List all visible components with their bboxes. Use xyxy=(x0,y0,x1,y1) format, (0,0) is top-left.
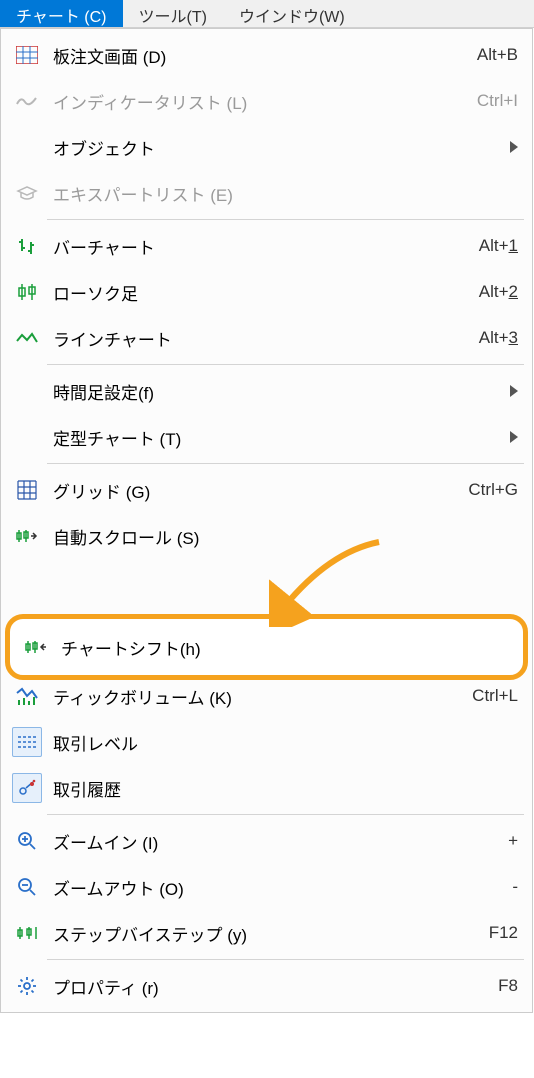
menu-label: プロパティ (r) xyxy=(45,974,498,999)
menu-separator xyxy=(47,814,524,815)
zoom-out-icon xyxy=(9,877,45,897)
menu-shortcut: Ctrl+I xyxy=(477,91,518,111)
menu-separator xyxy=(47,959,524,960)
menu-trade-levels[interactable]: 取引レベル xyxy=(1,719,532,765)
menu-shortcut: - xyxy=(512,877,518,897)
menu-label: ラインチャート xyxy=(45,326,479,351)
expert-list-icon xyxy=(9,185,45,201)
menu-label: 取引履歴 xyxy=(45,776,518,801)
menu-shortcut: Alt+2 xyxy=(479,282,518,302)
candlestick-icon xyxy=(9,282,45,302)
submenu-arrow-icon xyxy=(510,385,518,397)
menubar-chart[interactable]: チャート (C) xyxy=(0,0,123,27)
menu-label: エキスパートリスト (E) xyxy=(45,181,518,206)
menu-label: 時間足設定(f) xyxy=(45,379,510,404)
submenu-arrow-icon xyxy=(510,141,518,153)
menu-trade-history[interactable]: 取引履歴 xyxy=(1,765,532,811)
menu-step-by-step[interactable]: ステップバイステップ (y) F12 xyxy=(1,910,532,956)
menu-separator xyxy=(47,219,524,220)
menu-line-chart[interactable]: ラインチャート Alt+3 xyxy=(1,315,532,361)
menu-label: 板注文画面 (D) xyxy=(45,43,477,68)
menu-label: 定型チャート (T) xyxy=(45,425,510,450)
menu-shortcut: + xyxy=(508,831,518,851)
indicator-list-icon xyxy=(9,94,45,108)
menu-depth-of-market[interactable]: 板注文画面 (D) Alt+B xyxy=(1,32,532,78)
chart-shift-icon xyxy=(17,638,53,656)
tick-volume-icon xyxy=(9,686,45,706)
menu-label: ステップバイステップ (y) xyxy=(45,921,489,946)
submenu-arrow-icon xyxy=(510,431,518,443)
menu-shortcut: F12 xyxy=(489,923,518,943)
menubar: チャート (C) ツール(T) ウインドウ(W) xyxy=(0,0,534,28)
menu-indicator-list: インディケータリスト (L) Ctrl+I xyxy=(1,78,532,124)
highlight-chart-shift[interactable]: チャートシフト(h) xyxy=(5,614,528,680)
menu-zoom-out[interactable]: ズームアウト (O) - xyxy=(1,864,532,910)
menu-shortcut: Ctrl+L xyxy=(472,686,518,706)
chart-dropdown-menu: 板注文画面 (D) Alt+B インディケータリスト (L) Ctrl+I オブ… xyxy=(0,28,533,1013)
trade-history-icon xyxy=(12,773,42,803)
menu-label: ティックボリューム (K) xyxy=(45,684,472,709)
menu-templates[interactable]: 定型チャート (T) xyxy=(1,414,532,460)
menubar-tools[interactable]: ツール(T) xyxy=(123,0,223,27)
menu-candlestick[interactable]: ローソク足 Alt+2 xyxy=(1,269,532,315)
menu-timeframes[interactable]: 時間足設定(f) xyxy=(1,368,532,414)
grid-icon xyxy=(9,480,45,500)
menu-shortcut: Alt+1 xyxy=(479,236,518,256)
menu-label: バーチャート xyxy=(45,234,479,259)
menu-shortcut: Ctrl+G xyxy=(468,480,518,500)
properties-icon xyxy=(9,976,45,996)
menu-label: 取引レベル xyxy=(45,730,518,755)
menu-zoom-in[interactable]: ズームイン (I) + xyxy=(1,818,532,864)
menu-label: ズームイン (I) xyxy=(45,829,508,854)
menu-label: チャートシフト(h) xyxy=(53,635,523,660)
auto-scroll-icon xyxy=(9,527,45,545)
zoom-in-icon xyxy=(9,831,45,851)
menu-grid[interactable]: グリッド (G) Ctrl+G xyxy=(1,467,532,513)
menu-objects[interactable]: オブジェクト xyxy=(1,124,532,170)
menu-separator xyxy=(47,463,524,464)
menu-label: グリッド (G) xyxy=(45,478,468,503)
menu-label: オブジェクト xyxy=(45,135,510,160)
menu-shortcut: Alt+B xyxy=(477,45,518,65)
menu-label: ズームアウト (O) xyxy=(45,875,512,900)
menu-properties[interactable]: プロパティ (r) F8 xyxy=(1,963,532,1009)
bar-chart-icon xyxy=(9,236,45,256)
menu-label: ローソク足 xyxy=(45,280,479,305)
menubar-window[interactable]: ウインドウ(W) xyxy=(223,0,361,27)
depth-of-market-icon xyxy=(9,46,45,64)
menu-separator xyxy=(47,364,524,365)
line-chart-icon xyxy=(9,331,45,345)
menu-label: 自動スクロール (S) xyxy=(45,524,518,549)
menu-bar-chart[interactable]: バーチャート Alt+1 xyxy=(1,223,532,269)
menu-shortcut: F8 xyxy=(498,976,518,996)
step-by-step-icon xyxy=(9,924,45,942)
menu-expert-list: エキスパートリスト (E) xyxy=(1,170,532,216)
menu-shortcut: Alt+3 xyxy=(479,328,518,348)
trade-levels-icon xyxy=(12,727,42,757)
menu-label: インディケータリスト (L) xyxy=(45,89,477,114)
menu-auto-scroll[interactable]: 自動スクロール (S) xyxy=(1,513,532,559)
